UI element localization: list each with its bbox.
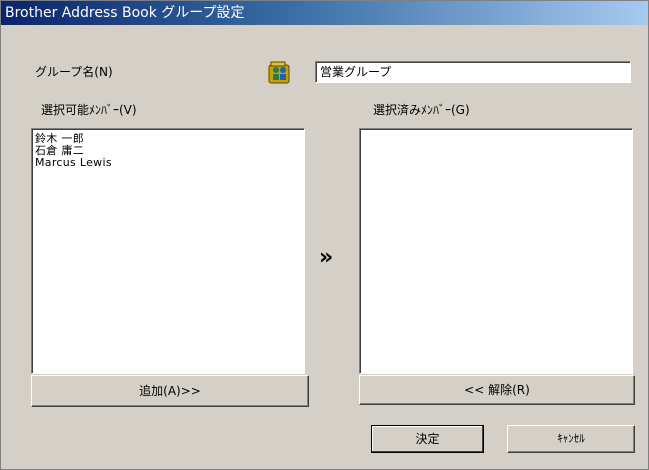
- ok-button[interactable]: 決定: [371, 425, 484, 453]
- remove-button[interactable]: << 解除(R): [359, 375, 635, 405]
- selected-members-list[interactable]: [359, 128, 633, 374]
- list-item[interactable]: Marcus Lewis: [32, 157, 304, 169]
- available-members-list[interactable]: 鈴木 一郎 石倉 庸二 Marcus Lewis: [31, 128, 305, 374]
- cancel-button[interactable]: ｷｬﾝｾﾙ: [507, 425, 635, 453]
- group-name-label: グループ名(N): [35, 65, 113, 79]
- selected-members-label: 選択済みﾒﾝﾊﾞｰ(G): [373, 103, 470, 117]
- add-button[interactable]: 追加(A)>>: [31, 375, 309, 407]
- group-settings-dialog: Brother Address Book グループ設定 グループ名(N) 営業グ…: [0, 0, 649, 470]
- transfer-arrows-icon: »: [319, 245, 334, 270]
- window-title: Brother Address Book グループ設定: [5, 5, 245, 21]
- available-members-label: 選択可能ﾒﾝﾊﾞｰ(V): [41, 103, 137, 117]
- title-bar: Brother Address Book グループ設定: [1, 1, 648, 25]
- group-name-input[interactable]: 営業グループ: [315, 61, 631, 83]
- group-icon[interactable]: [267, 59, 293, 85]
